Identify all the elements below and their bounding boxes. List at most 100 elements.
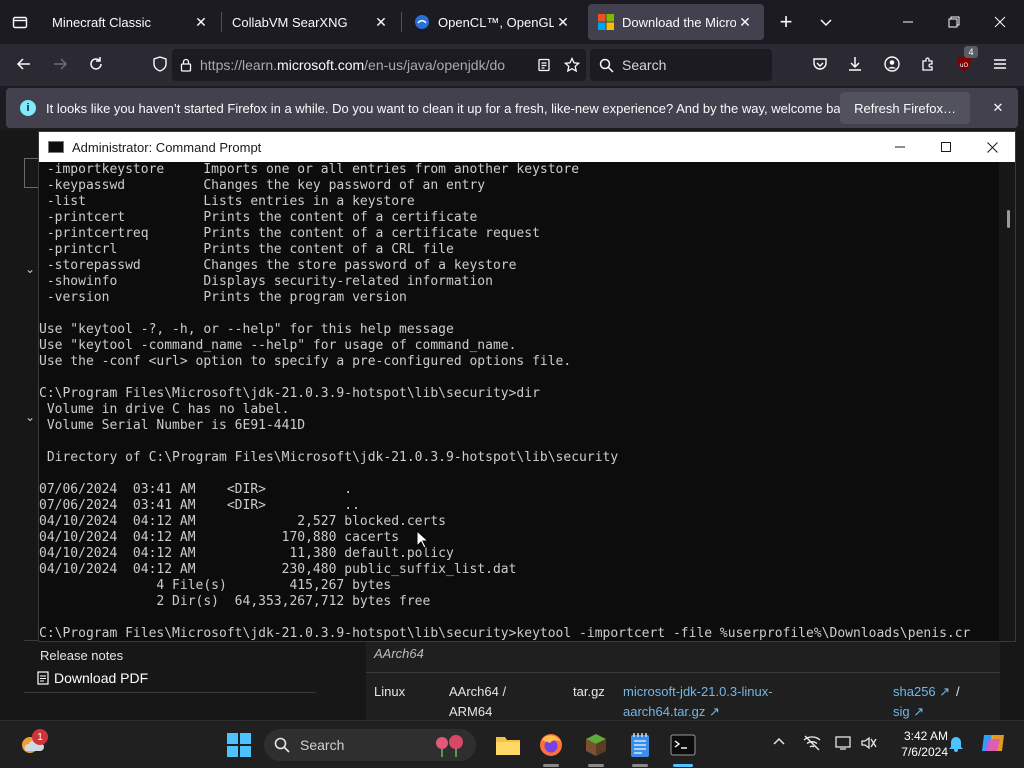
console-line: -keypasswd Changes the key password of a…: [39, 178, 486, 193]
copilot-icon[interactable]: [980, 731, 1006, 758]
console-output[interactable]: -importkeystore Imports one or all entri…: [39, 162, 1001, 641]
console-line: 07/06/2024 03:41 AM <DIR> .: [39, 482, 353, 497]
console-line: -version Prints the program version: [39, 290, 407, 305]
extension-badge: 4: [964, 46, 978, 58]
downloads-button[interactable]: [839, 48, 871, 80]
firefox-taskbar-button[interactable]: [535, 729, 567, 761]
sha256-link[interactable]: sha256 ↗: [893, 682, 950, 702]
console-line: -printcert Prints the content of a certi…: [39, 210, 478, 225]
cmd-maximize-button[interactable]: [923, 132, 969, 162]
cmd-app-icon: [48, 141, 64, 153]
chevron-down-icon[interactable]: ⌄: [25, 262, 35, 276]
system-clock[interactable]: 3:42 AM 7/6/2024: [888, 728, 948, 760]
cmd-close-button[interactable]: [969, 132, 1015, 162]
tab-title: CollabVM SearXNG: [232, 14, 348, 30]
show-hidden-icons-chevron-icon[interactable]: [772, 735, 786, 752]
external-link-icon: ↗: [709, 704, 720, 719]
tab-collabvm-searxng[interactable]: CollabVM SearXNG ✕: [222, 4, 400, 40]
refresh-firefox-button[interactable]: Refresh Firefox…: [840, 92, 970, 124]
console-scrollbar[interactable]: [999, 162, 1015, 641]
scrollbar-thumb[interactable]: [1007, 210, 1010, 228]
sig-link[interactable]: sig ↗: [893, 702, 924, 722]
table-cell-arch-line2: ARM64: [449, 704, 493, 719]
reload-button[interactable]: [80, 48, 112, 80]
new-tab-button[interactable]: +: [764, 0, 808, 44]
maximize-icon: [941, 142, 951, 152]
file-download-link-line2[interactable]: aarch64.tar.gz ↗: [623, 702, 720, 722]
pocket-button[interactable]: [804, 48, 836, 80]
hamburger-menu-icon: [994, 59, 1006, 69]
command-prompt-window[interactable]: Administrator: Command Prompt -importkey…: [38, 131, 1016, 642]
console-line: C:\Program Files\Microsoft\jdk-21.0.3.9-…: [39, 626, 971, 641]
release-notes-link[interactable]: Release notes: [40, 648, 123, 663]
notepad-taskbar-button[interactable]: [624, 729, 656, 761]
console-line: 2 Dir(s) 64,353,267,712 bytes free: [39, 594, 431, 609]
minecraft-taskbar-button[interactable]: [580, 729, 612, 761]
pdf-icon: [37, 671, 49, 685]
volume-icon[interactable]: [860, 735, 878, 754]
windows-logo-icon: [227, 733, 251, 757]
taskbar-search-box[interactable]: Search: [264, 729, 476, 761]
minimize-window-button[interactable]: [886, 0, 930, 44]
close-tab-icon[interactable]: ✕: [192, 14, 210, 31]
network-offline-icon[interactable]: [803, 735, 821, 754]
display-icon[interactable]: [835, 735, 853, 754]
divider: [24, 692, 316, 693]
cmd-title-bar[interactable]: Administrator: Command Prompt: [39, 132, 1015, 162]
tab-title: Minecraft Classic: [52, 14, 151, 30]
command-prompt-taskbar-button[interactable]: [667, 729, 699, 761]
close-notification-icon[interactable]: ✕: [986, 100, 1010, 116]
tab-minecraft-classic[interactable]: Minecraft Classic ✕: [42, 4, 220, 40]
firefox-view-button[interactable]: [0, 0, 40, 44]
close-tab-icon[interactable]: ✕: [554, 14, 572, 31]
back-button[interactable]: [8, 48, 40, 80]
close-tab-icon[interactable]: ✕: [372, 14, 390, 31]
file-explorer-button[interactable]: [492, 729, 524, 761]
account-button[interactable]: [876, 48, 908, 80]
terminal-icon: [670, 734, 696, 756]
app-menu-button[interactable]: [984, 48, 1016, 80]
external-link-icon: ↗: [939, 684, 951, 699]
close-window-button[interactable]: [978, 0, 1022, 44]
minimize-icon: [903, 21, 913, 23]
account-icon: [884, 56, 900, 72]
url-path: /en-us/java/openjdk/do: [364, 57, 506, 73]
start-button[interactable]: [223, 729, 255, 761]
console-line: -importkeystore Imports one or all entri…: [39, 162, 580, 177]
bookmark-star-icon[interactable]: [558, 57, 586, 73]
close-tab-icon[interactable]: ✕: [736, 14, 754, 31]
search-bar[interactable]: Search: [590, 49, 772, 81]
lock-icon[interactable]: [172, 58, 200, 72]
url-text[interactable]: https://learn.microsoft.com/en-us/java/o…: [200, 57, 530, 73]
mouse-pointer-icon: [416, 530, 430, 549]
ublock-origin-button[interactable]: uO 4: [948, 46, 980, 80]
restore-window-button[interactable]: [932, 0, 976, 44]
list-all-tabs-button[interactable]: [804, 0, 848, 44]
console-line: Volume in drive C has no label.: [39, 402, 290, 417]
widgets-badge: 1: [32, 729, 48, 745]
search-icon: [590, 58, 622, 73]
chevron-down-icon[interactable]: ⌄: [25, 410, 35, 424]
tab-opencl[interactable]: OpenCL™, OpenGL®, ... ✕: [404, 4, 582, 40]
address-bar[interactable]: https://learn.microsoft.com/en-us/java/o…: [172, 49, 586, 81]
download-pdf-link[interactable]: Download PDF: [36, 670, 148, 686]
table-cell-type: tar.gz: [573, 684, 605, 699]
reader-view-icon[interactable]: [530, 58, 558, 72]
sig-label: sig: [893, 704, 910, 719]
minecraft-grass-block-icon: [586, 734, 606, 756]
widgets-button[interactable]: 1: [16, 729, 48, 761]
tab-download-microsoft[interactable]: Download the Microso ✕: [588, 4, 764, 40]
console-line: -storepasswd Changes the store password …: [39, 258, 517, 273]
console-line: 4 File(s) 415,267 bytes: [39, 578, 392, 593]
arrow-left-icon: [16, 58, 30, 70]
cmd-minimize-button[interactable]: [877, 132, 923, 162]
forward-button[interactable]: [44, 48, 76, 80]
extensions-button[interactable]: [912, 48, 944, 80]
notification-bell-icon[interactable]: [948, 734, 964, 755]
close-icon: [994, 16, 1006, 28]
firefox-view-icon: [12, 16, 28, 29]
file-download-link[interactable]: microsoft-jdk-21.0.3-linux-: [623, 682, 773, 702]
console-line: 04/10/2024 04:12 AM 170,880 cacerts: [39, 530, 400, 545]
